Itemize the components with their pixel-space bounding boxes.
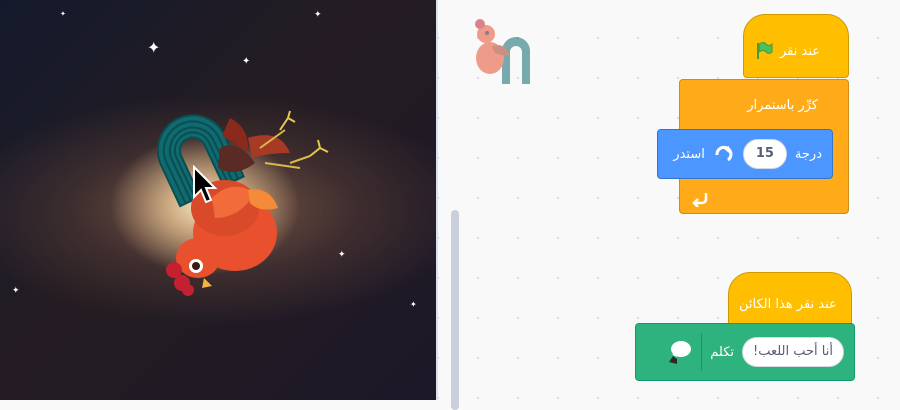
rotate-right-icon — [715, 145, 733, 162]
when-flag-clicked-block[interactable]: عند نقر — [743, 14, 849, 78]
star-icon: ✦ — [60, 10, 66, 18]
turn-right-block[interactable]: درجة 15 استدر — [657, 129, 833, 179]
speech-icon — [669, 341, 692, 364]
turn-label: استدر — [673, 146, 705, 162]
star-icon: ✦ — [147, 38, 161, 57]
sprite-thumbnail — [475, 19, 530, 84]
say-block[interactable]: أنا أحب اللعب! تكلم — [635, 323, 855, 381]
stage[interactable]: ✦ ✦ ✦ ✦ ✦ ✦ ✦ — [0, 0, 436, 400]
star-icon: ✦ — [12, 286, 20, 296]
say-message-input[interactable]: أنا أحب اللعب! — [742, 337, 844, 367]
turn-unit-label: درجة — [794, 146, 822, 162]
star-icon: ✦ — [410, 300, 417, 309]
forever-label: كرِّر باستمرار — [747, 98, 818, 113]
when-sprite-clicked-block[interactable]: عند نقر هذا الكائن — [728, 272, 852, 330]
loop-arrow-icon — [692, 193, 708, 207]
when-sprite-clicked-label: عند نقر هذا الكائن — [739, 296, 837, 312]
green-flag-icon — [757, 42, 773, 59]
star-icon: ✦ — [314, 10, 322, 20]
rooster-sprite[interactable] — [160, 108, 340, 298]
star-icon: ✦ — [242, 56, 251, 67]
turn-degrees-input[interactable]: 15 — [742, 139, 787, 169]
say-label: تكلم — [710, 344, 734, 360]
when-flag-clicked-label: عند نقر — [780, 43, 821, 59]
mouse-pointer-icon — [193, 165, 218, 204]
scrollbar[interactable] — [451, 210, 459, 410]
